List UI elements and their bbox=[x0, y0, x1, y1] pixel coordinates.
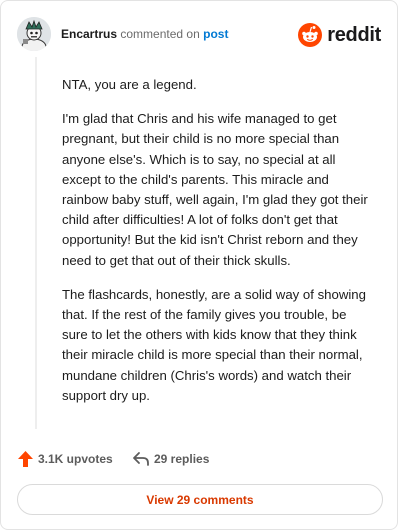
reddit-logo[interactable]: reddit bbox=[298, 21, 381, 49]
view-comments-button[interactable]: View 29 comments bbox=[17, 484, 383, 515]
comment-card: Encartrus commented on post reddit NTA, … bbox=[0, 0, 398, 530]
comment-header: Encartrus commented on post reddit bbox=[17, 17, 381, 53]
comment-meta: Encartrus commented on post bbox=[61, 27, 228, 41]
comment-body: NTA, you are a legend. I'm glad that Chr… bbox=[62, 75, 370, 420]
comment-paragraph: I'm glad that Chris and his wife managed… bbox=[62, 111, 368, 268]
brand-wordmark: reddit bbox=[327, 23, 381, 46]
avatar[interactable] bbox=[17, 17, 51, 51]
upvote-arrow-icon bbox=[18, 451, 33, 467]
reply-count: 29 replies bbox=[154, 452, 210, 466]
meta-verb: commented on bbox=[120, 27, 200, 41]
thread-rail bbox=[35, 57, 37, 429]
avatar-image-icon bbox=[17, 17, 51, 51]
comment-paragraph: NTA, you are a legend. bbox=[62, 77, 197, 92]
reply-button[interactable]: 29 replies bbox=[132, 447, 209, 471]
upvote-button[interactable]: 3.1K upvotes bbox=[17, 447, 113, 471]
username[interactable]: Encartrus bbox=[61, 27, 117, 41]
reply-arrow-icon bbox=[133, 452, 149, 466]
post-link[interactable]: post bbox=[203, 27, 228, 41]
upvote-count: 3.1K upvotes bbox=[38, 452, 113, 466]
reddit-snoo-icon bbox=[298, 23, 323, 47]
comment-paragraph: The flashcards, honestly, are a solid wa… bbox=[62, 286, 366, 403]
